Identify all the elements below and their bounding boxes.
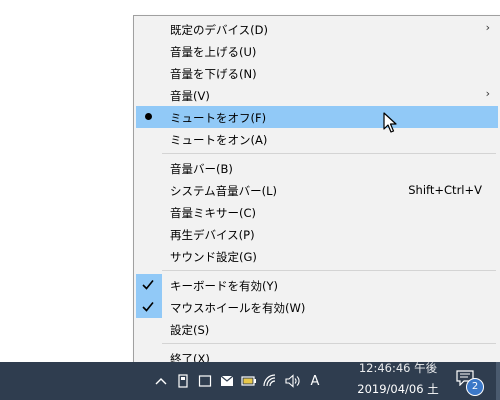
notification-count-badge: 2 — [466, 378, 484, 396]
menu-item-label: 音量を上げる(U) — [170, 45, 257, 59]
speaker-icon[interactable] — [282, 362, 304, 400]
menu-item-enable-keyboard[interactable]: キーボードを有効(Y) — [136, 274, 498, 296]
mouse-cursor-icon — [383, 112, 397, 138]
submenu-arrow-icon: › — [485, 87, 490, 100]
radio-bullet-icon — [145, 113, 152, 120]
context-menu: 既定のデバイス(D) › 音量を上げる(U) 音量を下げる(N) 音量(V) ›… — [133, 15, 500, 371]
clock-date: 2019/04/06 土 — [357, 382, 439, 396]
menu-item-label: マウスホイールを有効(W) — [170, 301, 306, 315]
notification-center-button[interactable]: 2 — [456, 370, 484, 396]
menu-separator — [162, 153, 496, 154]
menu-item-label: キーボードを有効(Y) — [170, 279, 278, 293]
clock[interactable]: 12:46:46 午後 2019/04/06 土 — [352, 361, 444, 400]
network-icon[interactable] — [260, 362, 282, 400]
menu-item-label: ミュートをオフ(F) — [170, 111, 267, 125]
menu-item-volume-mixer[interactable]: 音量ミキサー(C) — [136, 201, 498, 223]
menu-item-sound-settings[interactable]: サウンド設定(G) — [136, 245, 498, 267]
menu-item-label: 音量バー(B) — [170, 162, 233, 176]
menu-item-volume-up[interactable]: 音量を上げる(U) — [136, 40, 498, 62]
menu-item-settings[interactable]: 設定(S) — [136, 318, 498, 340]
battery-icon[interactable] — [238, 362, 260, 400]
menu-item-mute-on[interactable]: ミュートをオン(A) — [136, 128, 498, 150]
ime-icon[interactable]: A — [304, 362, 326, 400]
menu-item-volume-down[interactable]: 音量を下げる(N) — [136, 62, 498, 84]
menu-item-label: 再生デバイス(P) — [170, 228, 255, 242]
chevron-up-icon[interactable] — [150, 362, 172, 400]
menu-item-label: ミュートをオン(A) — [170, 133, 268, 147]
menu-item-label: システム音量バー(L) — [170, 184, 278, 198]
submenu-arrow-icon: › — [485, 21, 490, 34]
menu-item-label: 音量(V) — [170, 89, 210, 103]
menu-item-volume[interactable]: 音量(V) › — [136, 84, 498, 106]
menu-separator — [162, 270, 496, 271]
menu-separator — [162, 343, 496, 344]
checkmark-icon — [136, 274, 162, 296]
menu-item-label: 音量を下げる(N) — [170, 67, 257, 81]
menu-item-default-device[interactable]: 既定のデバイス(D) › — [136, 18, 498, 40]
menu-item-enable-mouse-wheel[interactable]: マウスホイールを有効(W) — [136, 296, 498, 318]
show-desktop-button[interactable] — [496, 362, 500, 400]
menu-item-label: 音量ミキサー(C) — [170, 206, 257, 220]
menu-item-label: 設定(S) — [170, 323, 210, 337]
device-icon[interactable] — [172, 362, 194, 400]
system-tray: A — [150, 362, 326, 400]
checkmark-icon — [136, 296, 162, 318]
mail-icon[interactable] — [216, 362, 238, 400]
menu-item-volume-bar[interactable]: 音量バー(B) — [136, 157, 498, 179]
taskbar: A 12:46:46 午後 2019/04/06 土 2 — [0, 361, 500, 400]
clock-time: 12:46:46 午後 — [358, 361, 438, 375]
menu-item-mute-off[interactable]: ミュートをオフ(F) — [136, 106, 498, 128]
window-icon[interactable] — [194, 362, 216, 400]
menu-item-label: 既定のデバイス(D) — [170, 23, 268, 37]
menu-item-system-volume-bar[interactable]: システム音量バー(L) Shift+Ctrl+V — [136, 179, 498, 201]
menu-item-shortcut: Shift+Ctrl+V — [408, 183, 482, 197]
menu-item-playback-devices[interactable]: 再生デバイス(P) — [136, 223, 498, 245]
menu-item-label: サウンド設定(G) — [170, 250, 257, 264]
